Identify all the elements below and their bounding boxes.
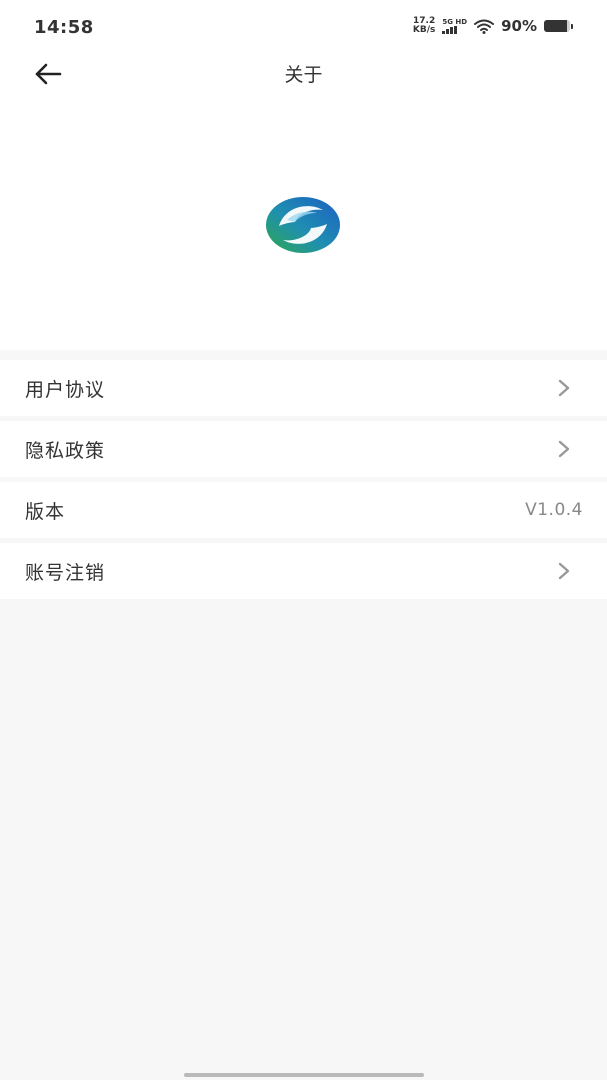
network-speed-unit: KB/s: [412, 25, 436, 35]
signal-icon: [442, 26, 458, 34]
menu-list: 用户协议 隐私政策 版本 V1.0.4 账号注销: [0, 360, 607, 604]
battery-icon: [544, 20, 570, 32]
app-logo: [265, 196, 341, 254]
menu-item-label: 账号注销: [25, 561, 106, 584]
status-indicators: 17.2 KB/s 5G HD 90%: [413, 17, 573, 35]
chevron-right-icon: [558, 379, 570, 397]
status-bar: 14:58 17.2 KB/s 5G HD 90%: [0, 0, 607, 56]
menu-item-account-deletion[interactable]: 账号注销: [0, 543, 607, 599]
menu-item-label: 用户协议: [25, 378, 106, 401]
network-type-label: 5G HD: [442, 18, 468, 26]
chevron-right-icon: [558, 562, 570, 580]
battery-percent: 90%: [501, 17, 537, 35]
battery-fill: [544, 20, 568, 32]
network-speed: 17.2 KB/s: [413, 17, 435, 35]
wifi-icon: [474, 19, 495, 34]
home-indicator[interactable]: [184, 1073, 424, 1077]
nav-bar: 关于: [0, 56, 607, 92]
menu-item-privacy-policy[interactable]: 隐私政策: [0, 421, 607, 477]
status-time: 14:58: [34, 17, 94, 38]
chevron-right-icon: [558, 440, 570, 458]
network-type: 5G HD: [442, 18, 467, 34]
header-area: 14:58 17.2 KB/s 5G HD 90% 关于: [0, 0, 607, 350]
menu-item-version: 版本 V1.0.4: [0, 482, 607, 538]
menu-item-user-agreement[interactable]: 用户协议: [0, 360, 607, 416]
app-logo-icon: [266, 197, 340, 253]
battery-cap: [571, 23, 573, 29]
version-value: V1.0.4: [525, 500, 583, 520]
menu-item-label: 隐私政策: [25, 439, 106, 462]
page-title: 关于: [284, 64, 323, 86]
menu-item-label: 版本: [25, 500, 66, 523]
